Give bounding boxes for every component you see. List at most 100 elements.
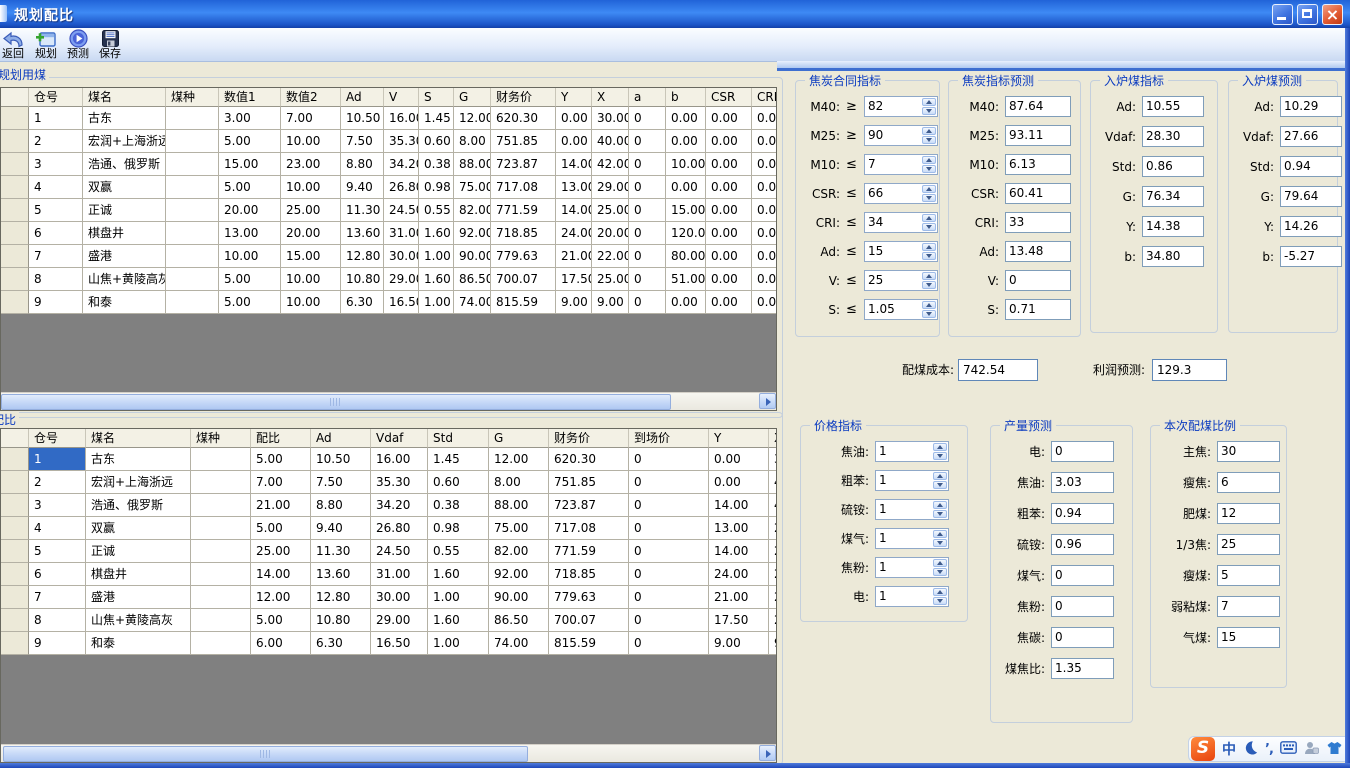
- table-cell[interactable]: 718.85: [491, 222, 556, 245]
- table-cell[interactable]: 9.00: [556, 291, 592, 314]
- spinner-up-button[interactable]: [922, 98, 936, 106]
- table-cell[interactable]: 717.08: [549, 517, 629, 540]
- table-cell[interactable]: 0.55: [428, 540, 489, 563]
- column-header[interactable]: G: [454, 88, 491, 107]
- row-header-cell[interactable]: [1, 222, 29, 245]
- user-icon[interactable]: [1304, 741, 1319, 758]
- row-header-cell[interactable]: [1, 563, 29, 586]
- table-cell[interactable]: 26.80: [384, 176, 419, 199]
- field-input[interactable]: 15: [864, 241, 938, 262]
- table-cell[interactable]: 0: [629, 563, 709, 586]
- table-cell[interactable]: [191, 517, 251, 540]
- column-header[interactable]: 煤名: [86, 429, 191, 448]
- table-cell[interactable]: 0.00: [666, 176, 706, 199]
- field-input[interactable]: 1: [875, 470, 949, 491]
- field-input[interactable]: 3.03: [1051, 472, 1114, 493]
- spinner-up-button[interactable]: [933, 559, 947, 567]
- table-cell[interactable]: 0.00: [752, 199, 777, 222]
- table-cell[interactable]: 13.00: [219, 222, 281, 245]
- column-header[interactable]: Y: [709, 429, 769, 448]
- field-input[interactable]: 1: [875, 528, 949, 549]
- table-cell[interactable]: 7: [29, 245, 83, 268]
- table-cell[interactable]: 30.00: [592, 107, 629, 130]
- table-cell[interactable]: 7.00: [281, 107, 341, 130]
- table-cell[interactable]: 8: [29, 609, 86, 632]
- table-cell[interactable]: 5: [29, 199, 83, 222]
- column-header[interactable]: S: [419, 88, 454, 107]
- table-cell[interactable]: 0.00: [706, 130, 752, 153]
- table-cell[interactable]: 12.80: [341, 245, 384, 268]
- table-cell[interactable]: 0: [629, 199, 666, 222]
- table-cell[interactable]: 25.00: [769, 540, 777, 563]
- table-cell[interactable]: 82.00: [489, 540, 549, 563]
- table-cell[interactable]: 0.00: [752, 291, 777, 314]
- title-bar[interactable]: 规划配比: [0, 0, 1350, 28]
- table-cell[interactable]: 0: [629, 448, 709, 471]
- table-cell[interactable]: [191, 609, 251, 632]
- table-cell[interactable]: 88.00: [489, 494, 549, 517]
- profit-forecast-field[interactable]: 129.3: [1152, 359, 1227, 381]
- table-cell[interactable]: 浩通、俄罗斯: [86, 494, 191, 517]
- table-cell[interactable]: 14.00: [709, 540, 769, 563]
- table-cell[interactable]: 7.50: [311, 471, 371, 494]
- spinner-up-button[interactable]: [922, 127, 936, 135]
- row-header-cell[interactable]: [1, 130, 29, 153]
- table-cell[interactable]: 0.00: [706, 107, 752, 130]
- table-cell[interactable]: 13.60: [311, 563, 371, 586]
- table-cell[interactable]: 6.30: [341, 291, 384, 314]
- table-cell[interactable]: 正诚: [86, 540, 191, 563]
- table-cell[interactable]: 14.00: [556, 199, 592, 222]
- table-cell[interactable]: 21.00: [556, 245, 592, 268]
- table-cell[interactable]: 13.60: [341, 222, 384, 245]
- field-input[interactable]: 1: [875, 586, 949, 607]
- column-header[interactable]: 财务价: [491, 88, 556, 107]
- table-cell[interactable]: [166, 130, 219, 153]
- table-cell[interactable]: 17.50: [709, 609, 769, 632]
- corner-cell[interactable]: [1, 429, 29, 448]
- field-input[interactable]: 0.96: [1051, 534, 1114, 555]
- field-input[interactable]: 90: [864, 125, 938, 146]
- spinner-up-button[interactable]: [933, 443, 947, 451]
- field-input[interactable]: 1.05: [864, 299, 938, 320]
- blend-cost-field[interactable]: 742.54: [958, 359, 1038, 381]
- table-cell[interactable]: 11.30: [311, 540, 371, 563]
- table-cell[interactable]: 779.63: [491, 245, 556, 268]
- table-cell[interactable]: 20.00: [769, 563, 777, 586]
- table-cell[interactable]: 74.00: [454, 291, 491, 314]
- field-input[interactable]: 12: [1217, 503, 1280, 524]
- table-cell[interactable]: [191, 586, 251, 609]
- field-input[interactable]: 33: [1005, 212, 1071, 233]
- table2-hscrollbar[interactable]: [1, 744, 776, 762]
- minimize-button[interactable]: [1272, 4, 1293, 25]
- table-cell[interactable]: 120.00: [666, 222, 706, 245]
- field-input[interactable]: 0: [1051, 565, 1114, 586]
- spinner-down-button[interactable]: [922, 165, 936, 173]
- table-cell[interactable]: 棋盘井: [86, 563, 191, 586]
- field-input[interactable]: 0.71: [1005, 299, 1071, 320]
- table-cell[interactable]: 0.55: [419, 199, 454, 222]
- row-header-cell[interactable]: [1, 268, 29, 291]
- table-cell[interactable]: 3: [29, 494, 86, 517]
- spinner-up-button[interactable]: [922, 272, 936, 280]
- column-header[interactable]: 数值2: [281, 88, 341, 107]
- table-cell[interactable]: 15.00: [219, 153, 281, 176]
- table-cell[interactable]: 0.98: [419, 176, 454, 199]
- table-cell[interactable]: 8.00: [489, 471, 549, 494]
- table-cell[interactable]: 山焦+黄陵高灰: [86, 609, 191, 632]
- table-cell[interactable]: 0.00: [709, 471, 769, 494]
- spinner-up-button[interactable]: [922, 185, 936, 193]
- table-cell[interactable]: 1.60: [419, 268, 454, 291]
- field-input[interactable]: 10.55: [1142, 96, 1204, 117]
- field-input[interactable]: 7: [864, 154, 938, 175]
- field-input[interactable]: 1: [875, 499, 949, 520]
- table-cell[interactable]: 0.38: [428, 494, 489, 517]
- table-cell[interactable]: 10.80: [341, 268, 384, 291]
- row-header-cell[interactable]: [1, 107, 29, 130]
- table-cell[interactable]: 3: [29, 153, 83, 176]
- field-input[interactable]: -5.27: [1280, 246, 1342, 267]
- back-button[interactable]: 返回: [0, 29, 29, 60]
- spinner-down-button[interactable]: [933, 597, 947, 605]
- table-cell[interactable]: [191, 448, 251, 471]
- table-cell[interactable]: 16.50: [384, 291, 419, 314]
- table-cell[interactable]: 20.00: [592, 222, 629, 245]
